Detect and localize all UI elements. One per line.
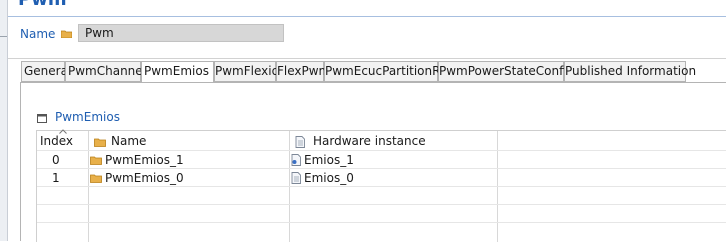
folder-icon xyxy=(90,156,102,165)
folder-icon xyxy=(61,30,72,38)
row-divider xyxy=(37,150,726,151)
column-header-hardware-instance: Hardware instance xyxy=(313,134,426,148)
gutter-mark xyxy=(0,36,7,45)
row-index: 0 xyxy=(52,153,60,167)
tab-general[interactable]: General xyxy=(21,61,71,82)
row-name: PwmEmios_0 xyxy=(105,171,184,185)
name-input[interactable]: Pwm xyxy=(78,24,284,42)
document-icon xyxy=(295,136,305,148)
pwmemios-table: Index Name Hardware instance 0 PwmEmios_… xyxy=(36,129,726,242)
tab-pwmchannel[interactable]: PwmChannel xyxy=(65,61,146,82)
column-header-name: Name xyxy=(111,134,147,148)
folder-icon xyxy=(90,174,102,183)
row-divider xyxy=(37,222,726,223)
row-divider xyxy=(37,168,726,169)
row-divider xyxy=(37,204,726,205)
tab-pwmflexio[interactable]: PwmFlexio xyxy=(214,61,279,82)
tab-flexpwm[interactable]: FlexPwm xyxy=(276,61,330,82)
row-hardware-instance: Emios_0 xyxy=(304,171,354,185)
tab-pwmecucpartitionref[interactable]: PwmEcucPartitionRef xyxy=(324,61,452,82)
row-hardware-instance: Emios_1 xyxy=(304,153,354,167)
folder-icon xyxy=(94,138,106,147)
row-divider xyxy=(37,186,726,187)
page-title: Pwm xyxy=(18,0,67,10)
linked-document-icon xyxy=(291,154,301,166)
row-name: PwmEmios_1 xyxy=(105,153,184,167)
column-header-index: Index xyxy=(40,134,74,148)
editor-header: Pwm xyxy=(8,0,726,17)
document-icon xyxy=(291,172,301,184)
tab-pwmpowerstateconfig[interactable]: PwmPowerStateConfig xyxy=(438,61,574,82)
left-gutter xyxy=(0,0,8,241)
tab-pwmemios[interactable]: PwmEmios xyxy=(141,61,214,83)
tab-published-information[interactable]: Published Information xyxy=(564,61,696,82)
section-title: PwmEmios xyxy=(55,110,120,124)
row-index: 1 xyxy=(52,171,60,185)
name-label: Name xyxy=(20,27,56,41)
table-section-icon xyxy=(37,114,47,123)
